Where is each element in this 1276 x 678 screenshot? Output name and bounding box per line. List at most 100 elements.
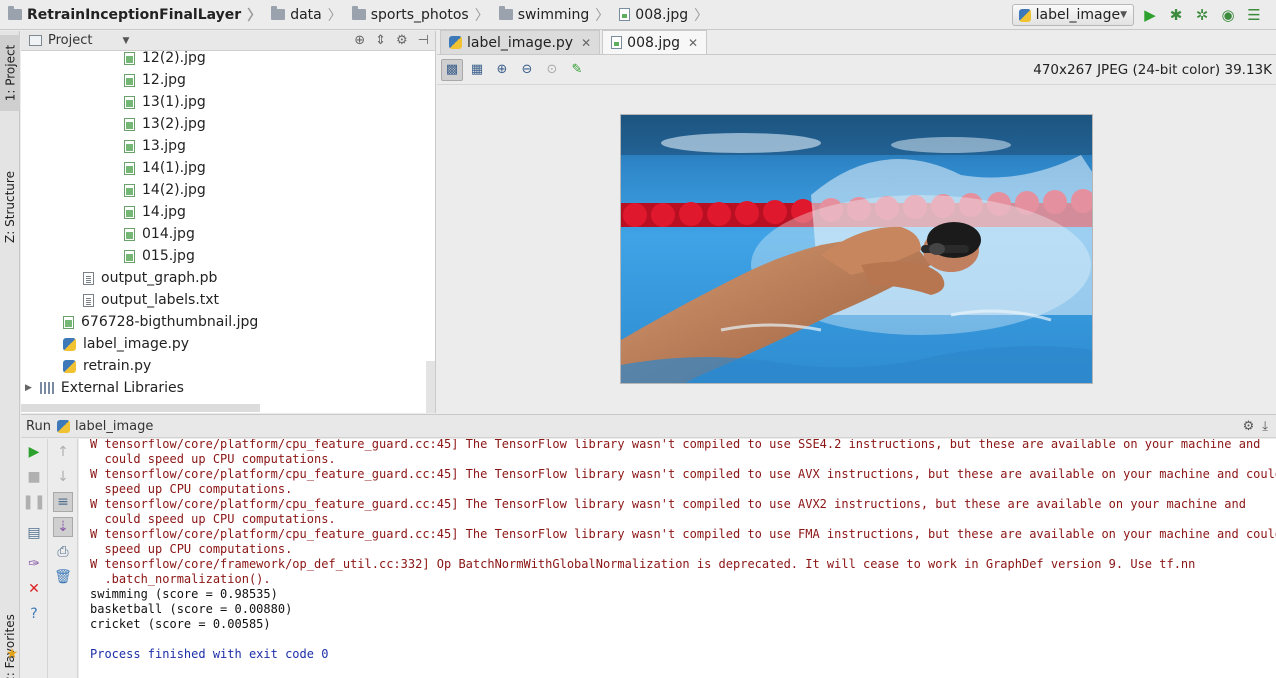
- scroll-to-end-toggle[interactable]: ⇣: [53, 517, 73, 537]
- tab-label: 008.jpg: [627, 34, 680, 51]
- clear-all-button[interactable]: 🗑: [53, 567, 73, 587]
- gear-icon[interactable]: ⚙: [1243, 419, 1255, 434]
- tree-item[interactable]: output_labels.txt: [83, 289, 219, 311]
- run-config-name[interactable]: label_image: [75, 419, 153, 434]
- chevron-right-icon: 〉: [247, 7, 262, 24]
- profile-button[interactable]: ✲: [1192, 5, 1212, 25]
- run-header-actions: ⚙ ⤓: [1243, 419, 1268, 434]
- folder-icon: [498, 6, 513, 20]
- image-file-icon: [611, 36, 623, 49]
- tree-item[interactable]: 14.jpg: [124, 201, 186, 223]
- close-icon[interactable]: ✕: [581, 36, 591, 50]
- hide-panel-icon[interactable]: ⊣: [418, 33, 429, 48]
- image-file-icon: [124, 205, 135, 219]
- tree-item[interactable]: 12(2).jpg: [124, 47, 206, 69]
- tree-item[interactable]: label_image.py: [63, 333, 189, 355]
- console-result-line: swimming (score = 0.98535): [90, 587, 278, 601]
- trash-icon: 🗑: [54, 569, 72, 585]
- run-button[interactable]: ▶: [1140, 5, 1160, 25]
- debug-button[interactable]: ✱: [1166, 5, 1186, 25]
- tree-item[interactable]: 12.jpg: [124, 69, 186, 91]
- tab-label: label_image.py: [467, 34, 574, 51]
- horizontal-scrollbar[interactable]: [21, 404, 260, 412]
- console-line: W tensorflow/core/platform/cpu_feature_g…: [90, 497, 1246, 511]
- next-occurrence-button[interactable]: ↓: [53, 467, 73, 487]
- breadcrumb-file[interactable]: 008.jpg 〉: [613, 0, 712, 30]
- print-button[interactable]: ⎙: [53, 542, 73, 562]
- color-picker-button[interactable]: ✎: [566, 59, 588, 81]
- console-line: .batch_normalization().: [90, 572, 271, 586]
- tree-item[interactable]: 14(1).jpg: [124, 157, 206, 179]
- folder-icon: [351, 6, 366, 20]
- collapse-all-icon[interactable]: ⇕: [375, 33, 386, 48]
- coverage-button[interactable]: ◉: [1218, 5, 1238, 25]
- stop-button[interactable]: ■: [24, 467, 44, 487]
- chessboard-toggle-button[interactable]: ▩: [441, 58, 463, 81]
- run-console[interactable]: W tensorflow/core/platform/cpu_feature_g…: [79, 439, 1276, 678]
- image-file-icon: [124, 73, 135, 87]
- arrow-down-icon: ↓: [57, 469, 69, 485]
- tree-item[interactable]: 676728-bigthumbnail.jpg: [63, 311, 258, 333]
- tool-tab-project[interactable]: 1: Project: [0, 35, 20, 111]
- tool-tab-favorites[interactable]: 2: Favorites: [0, 603, 20, 678]
- pause-button[interactable]: ❚❚: [22, 492, 46, 512]
- breadcrumb-data[interactable]: data 〉: [265, 0, 346, 30]
- concurrency-button[interactable]: ☰: [1244, 5, 1264, 25]
- console-result-line: basketball (score = 0.00880): [90, 602, 293, 616]
- previous-occurrence-button[interactable]: ↑: [53, 442, 73, 462]
- pin-tab-button[interactable]: ✑: [24, 554, 44, 574]
- tool-tab-structure[interactable]: Z: Structure: [0, 161, 20, 253]
- console-line: W tensorflow/core/platform/cpu_feature_g…: [90, 467, 1276, 481]
- tree-item-label: 12(2).jpg: [142, 50, 206, 66]
- zoom-in-button[interactable]: ⊕: [491, 59, 513, 81]
- gear-icon[interactable]: ⚙: [396, 33, 408, 48]
- project-view-select[interactable]: Project: [48, 33, 92, 48]
- tree-item-label: 676728-bigthumbnail.jpg: [81, 314, 259, 330]
- tree-item[interactable]: 13.jpg: [124, 135, 186, 157]
- chessboard-icon: ▩: [445, 62, 459, 77]
- close-icon[interactable]: ✕: [688, 36, 698, 50]
- image-file-icon: [124, 139, 135, 153]
- project-panel-header: Project ▼ ⊕ ⇕ ⚙ ⊣: [21, 31, 435, 51]
- tab-label-image-py[interactable]: label_image.py ✕: [440, 30, 601, 54]
- python-icon: [1019, 8, 1031, 22]
- breadcrumb-project[interactable]: RetrainInceptionFinalLayer 〉: [0, 0, 265, 30]
- hide-panel-icon[interactable]: ⤓: [1262, 419, 1268, 434]
- run-toolbar: ▶ ✱ ✲ ◉ ☰: [1140, 5, 1264, 25]
- dump-threads-button[interactable]: ▤: [24, 523, 44, 543]
- tree-item[interactable]: 015.jpg: [124, 245, 195, 267]
- tree-item[interactable]: output_graph.pb: [83, 267, 217, 289]
- vertical-scrollbar[interactable]: [426, 361, 435, 413]
- locate-icon[interactable]: ⊕: [354, 33, 365, 48]
- coverage-icon: ◉: [1221, 6, 1235, 24]
- tree-item-label: 13(1).jpg: [142, 94, 206, 110]
- actual-size-button[interactable]: ⊙: [541, 59, 563, 81]
- close-run-button[interactable]: ✕: [24, 579, 44, 599]
- tree-item[interactable]: 14(2).jpg: [124, 179, 206, 201]
- pause-icon: ❚❚: [22, 494, 46, 510]
- breadcrumb-swimming[interactable]: swimming 〉: [493, 0, 614, 30]
- tree-item-label: 13.jpg: [142, 138, 186, 154]
- rerun-button[interactable]: ▶: [24, 442, 44, 462]
- tree-item-label: 14(1).jpg: [142, 160, 206, 176]
- console-result-line: cricket (score = 0.00585): [90, 617, 271, 631]
- grid-icon: ▦: [470, 62, 484, 77]
- chevron-right-icon: 〉: [694, 7, 709, 24]
- soft-wrap-toggle[interactable]: ≡: [53, 492, 73, 512]
- dropdown-arrow-icon[interactable]: ▼: [122, 36, 129, 46]
- help-button[interactable]: ?: [24, 604, 44, 624]
- breadcrumb-sports-photos[interactable]: sports_photos 〉: [346, 0, 493, 30]
- run-configuration-select[interactable]: label_image ▼: [1012, 4, 1134, 26]
- dropdown-arrow-icon: ▼: [1120, 10, 1127, 20]
- tab-008-jpg[interactable]: 008.jpg ✕: [602, 30, 708, 54]
- tree-item[interactable]: 13(2).jpg: [124, 113, 206, 135]
- tree-item-label: label_image.py: [83, 336, 190, 352]
- tree-item[interactable]: 13(1).jpg: [124, 91, 206, 113]
- zoom-out-button[interactable]: ⊖: [516, 59, 538, 81]
- tree-item[interactable]: 014.jpg: [124, 223, 195, 245]
- tree-item-external-libraries[interactable]: ▶ External Libraries: [25, 377, 184, 399]
- image-file-icon: [124, 51, 135, 65]
- expand-arrow-icon[interactable]: ▶: [25, 383, 32, 393]
- grid-toggle-button[interactable]: ▦: [466, 59, 488, 81]
- tree-item[interactable]: retrain.py: [63, 355, 151, 377]
